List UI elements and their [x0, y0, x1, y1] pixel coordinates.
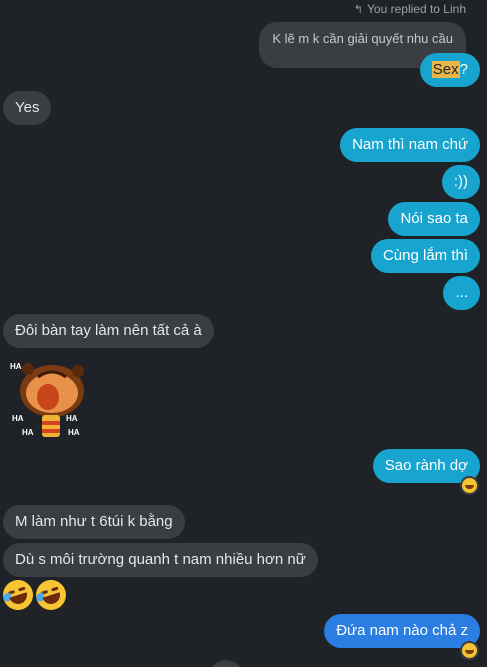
reply-arrow-icon: ↰ — [353, 3, 364, 16]
chat-thread: ↰ You replied to Linh K lẽ m k cần giải … — [0, 0, 487, 667]
laughing-emoji-icon — [462, 643, 477, 658]
sticker-label: HA — [66, 414, 78, 423]
message-bubble-m-lam-nhu[interactable]: M làm như t 6túi k bằng — [3, 505, 185, 539]
message-bubble-du-s-moi[interactable]: Dù s môi trường quanh t nam nhiều hơn nữ — [3, 543, 318, 577]
message-text: ? — [459, 61, 468, 78]
highlighted-text: Sex — [431, 61, 460, 78]
sticker-label: HA — [68, 428, 80, 437]
reply-indicator-text: You replied to Linh — [367, 2, 466, 16]
rolling-laughing-emoji-icon[interactable] — [32, 576, 70, 614]
message-bubble-dots[interactable]: ... — [443, 276, 480, 310]
reaction-laughing-icon[interactable] — [460, 641, 479, 660]
message-bubble-smile[interactable]: :)) — [441, 165, 480, 199]
message-bubble-nam-thi[interactable]: Nam thì nam chứ — [340, 128, 480, 162]
rolling-laughing-emoji-icon[interactable] — [0, 576, 37, 614]
sticker-label: HA — [10, 362, 22, 371]
scroll-to-bottom-button[interactable] — [208, 660, 244, 667]
sticker-label: HA — [22, 428, 34, 437]
message-bubble-noi-sao-ta[interactable]: Nói sao ta — [388, 202, 480, 236]
message-bubble-sex[interactable]: Sex? — [419, 53, 480, 87]
laughing-sticker[interactable]: HA HA HA HA HA — [4, 355, 100, 445]
message-bubble-doi-ban-tay[interactable]: Đôi bàn tay làm nên tất cả à — [3, 314, 214, 348]
message-bubble-yes[interactable]: Yes — [3, 91, 52, 125]
reply-indicator: ↰ You replied to Linh — [354, 2, 466, 16]
sticker-label: HA — [12, 414, 24, 423]
reaction-laughing-icon[interactable] — [460, 476, 479, 495]
message-bubble-dua-nam-nao[interactable]: Đứa nam nào chả z — [324, 614, 480, 648]
laughing-emoji-icon — [462, 478, 477, 493]
message-bubble-cung-lam-thi[interactable]: Cùng lắm thì — [370, 239, 480, 273]
